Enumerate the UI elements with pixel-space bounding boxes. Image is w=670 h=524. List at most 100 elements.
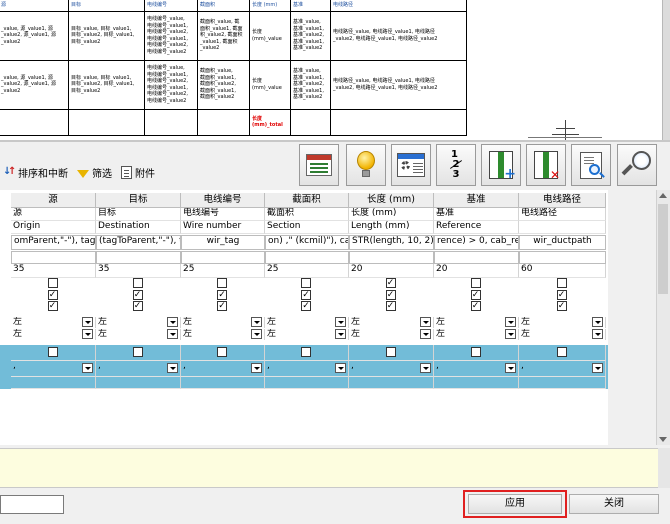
dropdown-arrow-icon[interactable] (505, 329, 516, 339)
dropdown-arrow-icon[interactable] (592, 363, 603, 373)
blank-field[interactable] (265, 251, 349, 264)
checkbox[interactable]: ✓ (470, 301, 481, 311)
scroll-up-icon[interactable] (659, 193, 667, 198)
selected-cell[interactable] (181, 377, 265, 389)
checkbox[interactable] (132, 278, 143, 288)
checkbox[interactable]: ✓ (470, 290, 481, 300)
selected-cell[interactable] (519, 377, 606, 389)
zoom-button[interactable] (617, 144, 657, 186)
grid-cell[interactable]: Origin (11, 221, 96, 234)
alignment-cell[interactable]: 左 (519, 329, 606, 340)
grid-cell[interactable]: 长度 (mm) (349, 208, 434, 221)
alignment-cell[interactable]: 左 (349, 317, 434, 328)
dropdown-arrow-icon[interactable] (167, 363, 178, 373)
filter-button[interactable]: 筛选 (74, 164, 115, 181)
selected-cell[interactable] (11, 377, 96, 389)
selected-cell[interactable] (181, 345, 265, 361)
alignment-cell[interactable]: 左 (11, 317, 96, 328)
alignment-cell[interactable]: 左 (434, 329, 519, 340)
grid-cell[interactable]: Section (265, 221, 349, 234)
selected-cell[interactable] (96, 345, 181, 361)
grid-cell[interactable] (519, 221, 606, 234)
tips-button[interactable] (346, 144, 386, 186)
selected-cell[interactable] (434, 377, 519, 389)
dropdown-arrow-icon[interactable] (82, 317, 93, 327)
checkbox[interactable] (47, 347, 58, 357)
scroll-thumb[interactable] (658, 204, 668, 294)
dropdown-arrow-icon[interactable] (167, 329, 178, 339)
checkbox[interactable]: ✓ (301, 301, 311, 311)
checkbox[interactable]: ✓ (217, 290, 227, 300)
dropdown-arrow-icon[interactable] (251, 317, 262, 327)
column-header[interactable]: 电线路径 (519, 193, 606, 208)
alignment-cell[interactable]: 左 (181, 329, 265, 340)
checkbox[interactable]: ✓ (556, 301, 567, 311)
selected-cell[interactable] (519, 345, 606, 361)
apply-button[interactable]: 应用 (468, 494, 562, 514)
attachment-button[interactable]: 附件 (118, 164, 158, 181)
grid-cell[interactable]: 电线路径 (519, 208, 606, 221)
checkbox[interactable]: ✓ (217, 301, 227, 311)
blank-field[interactable] (434, 251, 519, 264)
grid-cell[interactable]: Destination (96, 221, 181, 234)
notes-area[interactable] (0, 448, 658, 488)
formula-field[interactable]: (tagToParent,"-"), tag (96, 235, 181, 250)
dropdown-arrow-icon[interactable] (592, 329, 603, 339)
alignment-cell[interactable]: 左 (519, 317, 606, 328)
blank-field[interactable] (96, 251, 181, 264)
scroll-down-icon[interactable] (659, 437, 667, 442)
checkbox[interactable] (556, 278, 567, 288)
checkbox[interactable] (217, 278, 227, 288)
formula-field[interactable]: omParent,"-"), tagFro (11, 235, 96, 250)
splitter[interactable] (0, 140, 670, 142)
grid-cell[interactable]: 基准 (434, 208, 519, 221)
checkbox[interactable] (470, 347, 481, 357)
grid-cell[interactable]: 截面积 (265, 208, 349, 221)
checkbox[interactable] (47, 278, 58, 288)
dropdown-arrow-icon[interactable] (335, 363, 346, 373)
column-header[interactable]: 基准 (434, 193, 519, 208)
alignment-cell[interactable]: 左 (434, 317, 519, 328)
dropdown-arrow-icon[interactable] (82, 363, 93, 373)
alignment-cell[interactable]: 左 (181, 317, 265, 328)
width-cell[interactable]: 60 (519, 264, 606, 278)
checkbox[interactable] (385, 347, 396, 357)
document-search-button[interactable] (571, 144, 611, 186)
formula-field[interactable]: wir_tag (181, 235, 265, 250)
close-button[interactable]: 关闭 (569, 494, 659, 514)
selected-cell[interactable] (434, 345, 519, 361)
width-cell[interactable]: 25 (265, 264, 349, 278)
selected-cell[interactable]: , (349, 361, 434, 377)
width-cell[interactable]: 20 (434, 264, 519, 278)
selected-cell[interactable]: , (181, 361, 265, 377)
dropdown-arrow-icon[interactable] (167, 317, 178, 327)
column-header[interactable]: 源 (11, 193, 96, 208)
dropdown-arrow-icon[interactable] (420, 317, 431, 327)
blank-field[interactable] (181, 251, 265, 264)
dropdown-arrow-icon[interactable] (251, 329, 262, 339)
alignment-cell[interactable]: 左 (265, 317, 349, 328)
checkbox[interactable]: ✓ (385, 290, 396, 300)
selected-cell[interactable]: , (434, 361, 519, 377)
selected-cell[interactable]: , (519, 361, 606, 377)
dropdown-arrow-icon[interactable] (82, 329, 93, 339)
checkbox[interactable]: ✓ (132, 301, 143, 311)
selected-cell[interactable]: , (265, 361, 349, 377)
checkbox[interactable]: ✓ (47, 301, 58, 311)
grid-cell[interactable]: 源 (11, 208, 96, 221)
bottom-text-field[interactable] (0, 495, 64, 514)
checkbox[interactable] (556, 347, 567, 357)
numbering-button[interactable]: 123 (436, 144, 476, 186)
delete-column-button[interactable]: ✕ (526, 144, 566, 186)
checkbox[interactable] (217, 347, 227, 357)
dropdown-arrow-icon[interactable] (335, 317, 346, 327)
formula-field[interactable]: STR(length, 10, 2) (349, 235, 434, 250)
blank-field[interactable] (11, 251, 96, 264)
column-header[interactable]: 电线编号 (181, 193, 265, 208)
width-cell[interactable]: 25 (181, 264, 265, 278)
selected-cell[interactable]: , (96, 361, 181, 377)
checkbox[interactable]: ✓ (385, 278, 396, 288)
sort-break-button[interactable]: ↓ ↑ 排序和中断 (0, 164, 71, 181)
grid-cell[interactable]: 电线编号 (181, 208, 265, 221)
width-cell[interactable]: 20 (349, 264, 434, 278)
